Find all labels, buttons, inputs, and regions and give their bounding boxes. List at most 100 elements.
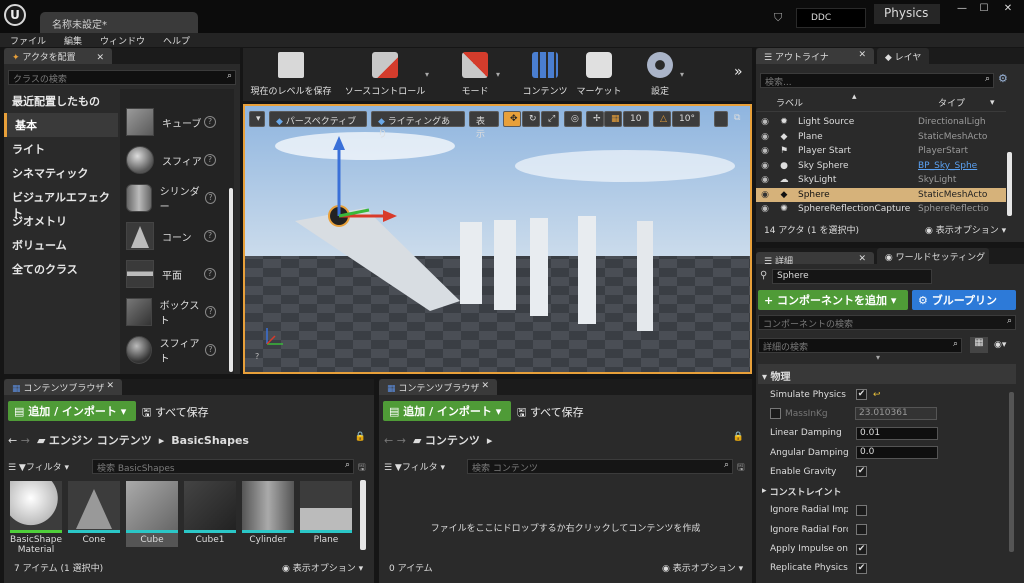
modes-dropdown-icon[interactable]: ▾: [496, 70, 500, 79]
enable-gravity-checkbox[interactable]: ✔: [856, 466, 867, 478]
asset-cube1[interactable]: Cube1: [184, 481, 236, 547]
back-arrow-icon[interactable]: ←: [8, 434, 17, 447]
source-control-dropdown-icon[interactable]: ▾: [425, 70, 429, 79]
rotation-snap-icon[interactable]: △: [653, 111, 671, 127]
shape-sphere[interactable]: スフィア?: [120, 141, 234, 179]
filter-button-left[interactable]: ☰ ▼フィルタ ▾: [8, 460, 69, 473]
category-lights[interactable]: ライト: [4, 137, 118, 161]
shape-plane[interactable]: 平面?: [120, 255, 234, 293]
grid-snap-value[interactable]: 10: [623, 111, 649, 127]
filter-button-right[interactable]: ☰ ▼フィルタ ▾: [384, 460, 445, 473]
level-viewport[interactable]: [243, 104, 752, 374]
category-cinematic[interactable]: シネマティック: [4, 161, 118, 185]
lock-icon[interactable]: 🔒: [733, 432, 744, 442]
angular-damping-field[interactable]: 0.0: [856, 446, 938, 460]
reset-icon[interactable]: ↩: [873, 390, 881, 400]
asset-cube[interactable]: Cube: [126, 481, 178, 547]
asset-scrollbar-left[interactable]: [360, 480, 366, 550]
scale-tool-icon[interactable]: ⤢: [541, 111, 559, 127]
visibility-eye-icon[interactable]: ◉: [756, 146, 774, 156]
outliner-scrollbar[interactable]: [1007, 152, 1012, 216]
document-tab[interactable]: 名称未設定*: [40, 12, 198, 33]
save-all-button-left[interactable]: 🖫 すべて保存: [142, 404, 209, 423]
close-button[interactable]: ✕: [998, 3, 1018, 17]
maximize-viewport-icon[interactable]: ⧉: [734, 113, 740, 123]
outliner-row-plane[interactable]: ◉ ◆ Plane StaticMeshActo: [756, 130, 1006, 145]
settings-dropdown-icon[interactable]: ▾: [680, 70, 684, 79]
source-control-button[interactable]: ソースコントロール: [340, 52, 430, 100]
save-search-icon[interactable]: 🖫: [358, 460, 366, 476]
view-options-button-right[interactable]: ◉ 表示オプション ▾: [662, 561, 743, 574]
tab-world-settings[interactable]: ◉ ワールドセッティング: [876, 248, 989, 264]
unreal-logo-icon[interactable]: U: [4, 4, 26, 26]
forward-arrow-icon[interactable]: →: [21, 434, 30, 447]
save-search-icon[interactable]: 🖫: [737, 460, 745, 476]
help-icon[interactable]: ?: [204, 154, 216, 166]
shape-list-scrollbar[interactable]: [229, 188, 233, 372]
help-icon[interactable]: ?: [204, 306, 216, 318]
path-engine-content[interactable]: エンジン コンテンツ: [49, 434, 152, 447]
outliner-row-sphere-reflection[interactable]: ◉ ✺ SphereReflectionCapture SphereReflectio: [756, 202, 1006, 217]
outliner-view-options-button[interactable]: ◉ 表示オプション ▾: [925, 223, 1006, 236]
category-geometry[interactable]: ジオメトリ: [4, 209, 118, 233]
path-content[interactable]: コンテンツ: [425, 434, 480, 447]
asset-search-input-left[interactable]: 検索 BasicShapes ⌕: [92, 459, 354, 474]
help-icon[interactable]: ?: [204, 192, 216, 204]
source-control-icon[interactable]: ⛉: [774, 11, 788, 24]
shape-box-trigger[interactable]: ボックスト?: [120, 293, 234, 331]
save-level-button[interactable]: 現在のレベルを保存: [246, 52, 336, 100]
visibility-eye-icon[interactable]: ◉: [756, 117, 774, 127]
category-all-classes[interactable]: 全てのクラス: [4, 257, 118, 281]
property-matrix-icon[interactable]: ▦: [970, 337, 988, 353]
column-type[interactable]: タイプ: [938, 96, 965, 109]
maximize-button[interactable]: ☐: [974, 3, 994, 17]
tab-close-icon[interactable]: ✕: [481, 381, 489, 391]
help-icon[interactable]: ?: [204, 116, 216, 128]
asset-plane[interactable]: Plane: [300, 481, 352, 547]
ignore-radial-impulse-checkbox[interactable]: [856, 504, 867, 516]
details-scrollbar[interactable]: [1009, 392, 1014, 552]
minimize-button[interactable]: —: [952, 3, 972, 17]
shape-cone[interactable]: コーン?: [120, 217, 234, 255]
add-import-button-right[interactable]: ▤ 追加 / インポート ▾: [383, 401, 511, 421]
modes-button[interactable]: モード: [452, 52, 498, 100]
asset-search-input-right[interactable]: 検索 コンテンツ ⌕: [467, 459, 733, 474]
shape-cube[interactable]: キューブ?: [120, 103, 234, 141]
tab-place-actors[interactable]: ✦ アクタを配置 ✕: [4, 48, 113, 64]
viewport-menu-button[interactable]: ▾: [249, 111, 265, 127]
menu-window[interactable]: ウィンドウ: [90, 33, 153, 47]
details-search-input[interactable]: 詳細の検索 ⌕: [758, 338, 962, 353]
surface-snap-icon[interactable]: ✢: [586, 111, 604, 127]
ignore-radial-force-checkbox[interactable]: [856, 524, 867, 536]
outliner-row-light-source[interactable]: ◉ ✹ Light Source DirectionalLigh: [756, 115, 1006, 130]
tab-content-browser-right[interactable]: ▦ コンテンツブラウザ ✕: [379, 379, 497, 395]
outliner-search-input[interactable]: 検索... ⌕: [760, 73, 994, 88]
tab-close-icon[interactable]: ✕: [106, 381, 114, 391]
content-button[interactable]: コンテンツ: [520, 52, 570, 100]
outliner-row-sky-sphere[interactable]: ◉ ● Sky Sphere BP_Sky_Sphe: [756, 159, 1006, 174]
replicate-physics-checkbox[interactable]: ✔: [856, 562, 867, 574]
tab-close-icon[interactable]: ✕: [858, 50, 866, 60]
physics-section-header[interactable]: ▾ 物理: [758, 364, 1016, 384]
constraints-section-header[interactable]: ▸ コンストレイント: [758, 481, 1004, 500]
outliner-row-skylight[interactable]: ◉ ☁ SkyLight SkyLight: [756, 173, 1006, 188]
outliner-settings-icon[interactable]: ⚙: [998, 72, 1008, 85]
translate-tool-icon[interactable]: ✥: [503, 111, 521, 127]
viewport-help-icon[interactable]: ?: [255, 352, 259, 361]
column-dropdown-icon[interactable]: ▾: [990, 98, 995, 108]
help-icon[interactable]: ?: [204, 344, 217, 356]
asset-cone[interactable]: Cone: [68, 481, 120, 547]
lock-icon[interactable]: 🔒: [355, 432, 366, 442]
settings-button[interactable]: 設定: [637, 52, 683, 100]
camera-speed-button[interactable]: [714, 111, 728, 127]
lighting-mode-button[interactable]: ◆ ライティングあり: [371, 111, 465, 140]
simulate-physics-checkbox[interactable]: ✔: [856, 389, 867, 401]
component-search-input[interactable]: コンポーネントの検索 ⌕: [758, 315, 1016, 330]
grid-snap-icon[interactable]: ▦: [604, 111, 622, 127]
visibility-eye-icon[interactable]: ◉: [756, 132, 774, 142]
menu-file[interactable]: ファイル: [0, 33, 54, 47]
menu-edit[interactable]: 編集: [54, 33, 90, 47]
collapse-arrow-icon[interactable]: ▾: [876, 353, 880, 362]
perspective-button[interactable]: ◆ パースペクティブ: [269, 111, 367, 127]
menu-help[interactable]: ヘルプ: [153, 33, 198, 47]
